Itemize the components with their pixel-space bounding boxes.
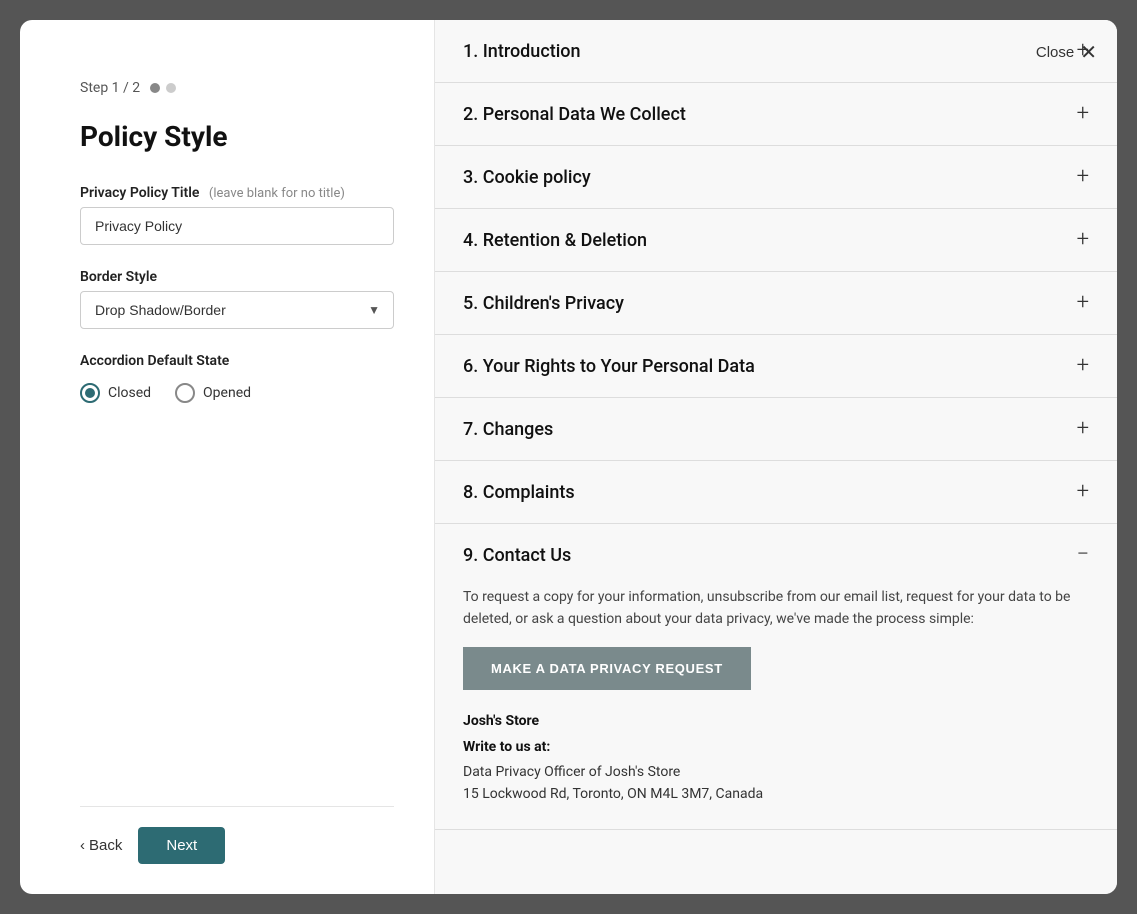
officer-title: Data Privacy Officer of Josh's Store	[463, 761, 1089, 783]
radio-closed[interactable]: Closed	[80, 383, 151, 403]
back-button[interactable]: ‹ Back	[80, 837, 122, 854]
modal-body: Step 1 / 2 Policy Style Privacy Policy T…	[20, 20, 1117, 894]
accordion-item-4: 4. Retention & Deletion +	[435, 209, 1117, 272]
accordion-item-2: 2. Personal Data We Collect +	[435, 83, 1117, 146]
nav-buttons: ‹ Back Next	[80, 827, 394, 864]
accordion-title-1: 1. Introduction	[463, 41, 581, 62]
close-label: Close	[1036, 44, 1074, 61]
step-text: Step 1 / 2	[80, 80, 140, 96]
panel-title: Policy Style	[80, 120, 394, 153]
accordion-title-2: 2. Personal Data We Collect	[463, 104, 686, 125]
accordion-header-5[interactable]: 5. Children's Privacy +	[435, 272, 1117, 334]
write-label: Write to us at:	[463, 736, 1089, 758]
privacy-title-note: (leave blank for no title)	[209, 186, 345, 201]
accordion-title-7: 7. Changes	[463, 419, 553, 440]
dot-2	[166, 83, 176, 93]
accordion-title-3: 3. Cookie policy	[463, 167, 591, 188]
accordion-item-5: 5. Children's Privacy +	[435, 272, 1117, 335]
step-indicator: Step 1 / 2	[80, 80, 394, 96]
dot-1	[150, 83, 160, 93]
accordion-item-8: 8. Complaints +	[435, 461, 1117, 524]
privacy-title-input[interactable]	[80, 207, 394, 245]
close-button[interactable]: Close ✕	[1036, 40, 1097, 65]
plus-icon-6: +	[1077, 355, 1089, 377]
accordion-header-1[interactable]: 1. Introduction +	[435, 20, 1117, 82]
accordion-item-9: 9. Contact Us − To request a copy for yo…	[435, 524, 1117, 830]
modal: Close ✕ Step 1 / 2 Policy Style Privacy …	[20, 20, 1117, 894]
plus-icon-7: +	[1077, 418, 1089, 440]
minus-icon-9: −	[1076, 544, 1089, 566]
accordion-title-8: 8. Complaints	[463, 482, 575, 503]
accordion-header-7[interactable]: 7. Changes +	[435, 398, 1117, 460]
plus-icon-3: +	[1077, 166, 1089, 188]
privacy-title-label: Privacy Policy Title (leave blank for no…	[80, 185, 394, 201]
make-request-button[interactable]: MAKE A DATA PRIVACY REQUEST	[463, 647, 751, 690]
accordion-header-3[interactable]: 3. Cookie policy +	[435, 146, 1117, 208]
left-panel: Step 1 / 2 Policy Style Privacy Policy T…	[20, 20, 435, 894]
store-name: Josh's Store	[463, 710, 1089, 732]
step-dots	[150, 83, 176, 93]
radio-group: Closed Opened	[80, 383, 394, 403]
accordion-item-7: 7. Changes +	[435, 398, 1117, 461]
divider	[80, 806, 394, 807]
plus-icon-2: +	[1077, 103, 1089, 125]
next-button[interactable]: Next	[138, 827, 225, 864]
back-arrow-icon: ‹	[80, 837, 85, 854]
plus-icon-4: +	[1077, 229, 1089, 251]
border-style-label: Border Style	[80, 269, 394, 285]
radio-opened-circle	[175, 383, 195, 403]
accordion-body-9: To request a copy for your information, …	[435, 586, 1117, 829]
border-style-select[interactable]: Drop Shadow/Border None Border Only	[80, 291, 394, 329]
plus-icon-8: +	[1077, 481, 1089, 503]
accordion-item-6: 6. Your Rights to Your Personal Data +	[435, 335, 1117, 398]
accordion-header-9[interactable]: 9. Contact Us −	[435, 524, 1117, 586]
accordion-header-6[interactable]: 6. Your Rights to Your Personal Data +	[435, 335, 1117, 397]
contact-body-text: To request a copy for your information, …	[463, 586, 1089, 631]
right-panel: 1. Introduction + 2. Personal Data We Co…	[435, 20, 1117, 894]
accordion-header-2[interactable]: 2. Personal Data We Collect +	[435, 83, 1117, 145]
accordion-title-4: 4. Retention & Deletion	[463, 230, 647, 251]
accordion-title-6: 6. Your Rights to Your Personal Data	[463, 356, 755, 377]
radio-opened[interactable]: Opened	[175, 383, 251, 403]
radio-closed-circle	[80, 383, 100, 403]
border-style-wrapper: Drop Shadow/Border None Border Only ▼	[80, 291, 394, 329]
accordion-title-5: 5. Children's Privacy	[463, 293, 624, 314]
accordion-header-4[interactable]: 4. Retention & Deletion +	[435, 209, 1117, 271]
close-icon: ✕	[1080, 40, 1097, 65]
accordion-header-8[interactable]: 8. Complaints +	[435, 461, 1117, 523]
accordion-item-1: 1. Introduction +	[435, 20, 1117, 83]
accordion-item-3: 3. Cookie policy +	[435, 146, 1117, 209]
accordion-default-label: Accordion Default State	[80, 353, 394, 369]
store-address: 15 Lockwood Rd, Toronto, ON M4L 3M7, Can…	[463, 783, 1089, 805]
plus-icon-5: +	[1077, 292, 1089, 314]
accordion-title-9: 9. Contact Us	[463, 545, 571, 566]
